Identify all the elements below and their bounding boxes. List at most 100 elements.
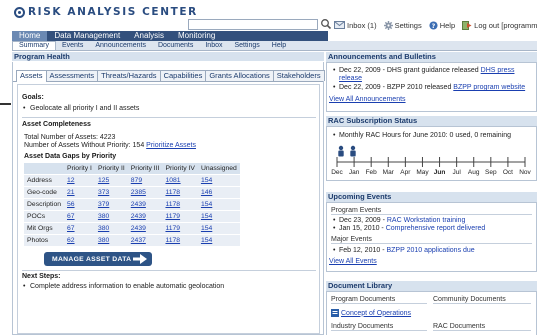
gear-icon [383, 20, 393, 30]
gap-count-link[interactable]: 21 [67, 189, 75, 196]
logo-icon [14, 6, 25, 18]
major-events-heading: Major Events [331, 236, 532, 244]
gap-count-link[interactable]: 125 [98, 177, 109, 184]
gap-count-link[interactable]: 1179 [165, 225, 180, 232]
bzpp-applications-due-link[interactable]: BZPP 2010 applications due [386, 247, 474, 254]
settings-link[interactable]: Settings [383, 20, 422, 30]
tab-assessments[interactable]: Assessments [45, 70, 99, 81]
logout-link[interactable]: Log out [programmanager] [462, 20, 537, 30]
gap-count-link[interactable]: 154 [201, 177, 212, 184]
event-date: Feb 12, 2010 - [339, 247, 387, 254]
header: RISK ANALYSIS CENTER Inbox (1) Settings … [12, 0, 537, 30]
nav-data-management[interactable]: Data Management [47, 31, 127, 41]
table-cell: 2385 [127, 186, 163, 199]
search-box[interactable] [188, 19, 318, 30]
rac-workstation-training-link[interactable]: RAC Workstation training [387, 217, 465, 224]
subnav-help[interactable]: Help [266, 41, 292, 50]
manage-asset-data-button[interactable]: MANAGE ASSET DATA [44, 252, 152, 266]
table-column-header: Priority IV [162, 163, 198, 175]
inbox-link[interactable]: Inbox (1) [334, 21, 377, 30]
tab-threats-hazards[interactable]: Threats/Hazards [97, 70, 161, 81]
row-label: Photos [24, 234, 64, 247]
subscription-panel: Monthly RAC Hours for June 2010: 0 used,… [326, 126, 537, 181]
table-cell: 154 [197, 198, 240, 211]
gap-count-link[interactable]: 67 [67, 225, 75, 232]
gap-count-link[interactable]: 373 [98, 189, 109, 196]
gap-count-link[interactable]: 879 [131, 177, 142, 184]
view-all-announcements-link[interactable]: View All Announcements [329, 96, 406, 103]
help-link[interactable]: ? Help [429, 21, 455, 30]
dhs-press-release-link[interactable]: DHS press [481, 67, 515, 74]
table-cell: 1178 [162, 198, 198, 211]
gap-count-link[interactable]: 154 [201, 213, 212, 220]
table-cell: 1179 [162, 210, 198, 223]
gap-count-link[interactable]: 1178 [165, 237, 180, 244]
main-nav: Home Data Management Analysis Monitoring [12, 31, 328, 41]
gap-count-link[interactable]: 380 [98, 225, 109, 232]
gap-count-link[interactable]: 1178 [165, 201, 180, 208]
table-cell: 1179 [162, 222, 198, 235]
announcement-text: Dec 22, 2009 - DHS grant guidance releas… [339, 67, 481, 74]
gap-count-link[interactable]: 380 [98, 213, 109, 220]
nav-monitoring[interactable]: Monitoring [171, 31, 222, 41]
timeline-month-label: Sep [485, 169, 497, 176]
prioritize-assets-link[interactable]: Prioritize Assets [146, 142, 196, 149]
envelope-icon [334, 21, 345, 29]
timeline-labels: Dec Jan Feb Mar Apr May Jun Jul Aug Sep Oct Nov [331, 169, 531, 178]
search-input[interactable] [189, 20, 317, 29]
tab-grants-allocations[interactable]: Grants Allocations [205, 70, 274, 81]
without-priority-line: Number of Assets Without Priority: 154 P… [24, 142, 196, 149]
nav-analysis[interactable]: Analysis [127, 31, 171, 41]
timeline-month-label: Mar [382, 169, 394, 176]
gap-count-link[interactable]: 2385 [131, 189, 146, 196]
concept-of-operations-link[interactable]: Concept of Operations [341, 310, 411, 317]
gap-count-link[interactable]: 12 [67, 177, 75, 184]
concept-of-operations-item[interactable]: Concept of Operations [331, 309, 411, 317]
gap-count-link[interactable]: 62 [67, 237, 75, 244]
gap-count-link[interactable]: 154 [201, 237, 212, 244]
search-icon[interactable] [320, 18, 332, 30]
app-logo[interactable]: RISK ANALYSIS CENTER [14, 5, 198, 19]
comprehensive-report-link[interactable]: Comprehensive report delivered [386, 225, 486, 232]
gap-count-link[interactable]: 1081 [165, 177, 180, 184]
subnav-announcements[interactable]: Announcements [89, 41, 152, 50]
gap-count-link[interactable]: 2439 [131, 201, 146, 208]
gap-count-link[interactable]: 2439 [131, 213, 146, 220]
tab-capabilities[interactable]: Capabilities [159, 70, 207, 81]
tab-assets[interactable]: Assets [16, 70, 47, 82]
subnav-events[interactable]: Events [56, 41, 89, 50]
without-priority-text: Number of Assets Without Priority: 154 [24, 142, 145, 149]
subnav-summary[interactable]: Summary [12, 41, 56, 50]
goal-item: Geolocate all priority I and II assets [23, 105, 139, 112]
table-cell: 1081 [162, 174, 198, 187]
table-column-header: Priority III [127, 163, 163, 175]
timeline-month-label: Nov [519, 169, 531, 176]
subnav-inbox[interactable]: Inbox [199, 41, 228, 50]
subnav-documents[interactable]: Documents [152, 41, 199, 50]
gap-count-link[interactable]: 1179 [165, 213, 180, 220]
gap-count-link[interactable]: 379 [98, 201, 109, 208]
gap-count-link[interactable]: 146 [201, 189, 212, 196]
gap-count-link[interactable]: 2439 [131, 225, 146, 232]
event-date: Jan 15, 2010 - [339, 225, 386, 232]
subnav-settings[interactable]: Settings [228, 41, 265, 50]
table-cell: 154 [197, 210, 240, 223]
table-cell: 2439 [127, 198, 163, 211]
gap-count-link[interactable]: 2437 [131, 237, 146, 244]
nav-home[interactable]: Home [12, 31, 48, 41]
gap-count-link[interactable]: 380 [98, 237, 109, 244]
gap-count-link[interactable]: 56 [67, 201, 75, 208]
dhs-press-release-link-cont[interactable]: release [339, 75, 362, 82]
row-label: Geo-code [24, 186, 64, 199]
gap-count-link[interactable]: 154 [201, 201, 212, 208]
table-row: Geo-code 21 373 2385 1178 146 [24, 186, 240, 199]
view-all-events-link[interactable]: View All Events [329, 258, 377, 265]
program-events-heading: Program Events [331, 207, 532, 215]
gap-count-link[interactable]: 154 [201, 225, 212, 232]
bzpp-program-website-link[interactable]: BZPP program website [453, 84, 525, 91]
gap-count-link[interactable]: 67 [67, 213, 75, 220]
gap-count-link[interactable]: 1178 [165, 189, 180, 196]
table-row: Description 56 379 2439 1178 154 [24, 198, 240, 211]
tab-stakeholders[interactable]: Stakeholders [272, 70, 325, 81]
announcements-title: Announcements and Bulletins [326, 52, 537, 62]
